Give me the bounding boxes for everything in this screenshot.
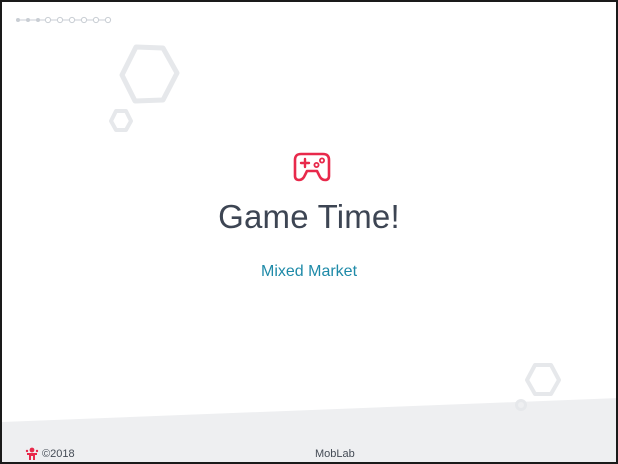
slide-subtitle: Mixed Market bbox=[260, 263, 358, 280]
decorative-hexagon-large bbox=[119, 44, 180, 104]
decorative-ring-bottom-right bbox=[515, 399, 527, 411]
moblab-logo-icon bbox=[25, 447, 39, 460]
decorative-hexagon-bottom-right bbox=[525, 363, 561, 396]
progress-dots bbox=[16, 16, 112, 24]
game-controller-icon bbox=[293, 152, 331, 182]
decorative-hexagon-small bbox=[109, 109, 133, 132]
footer-brand: MobLab bbox=[315, 448, 355, 460]
slide: Game Time! Mixed Market ©2018 MobLab bbox=[0, 0, 618, 464]
footer-copyright: ©2018 bbox=[42, 448, 75, 460]
slide-title: Game Time! bbox=[218, 198, 400, 235]
